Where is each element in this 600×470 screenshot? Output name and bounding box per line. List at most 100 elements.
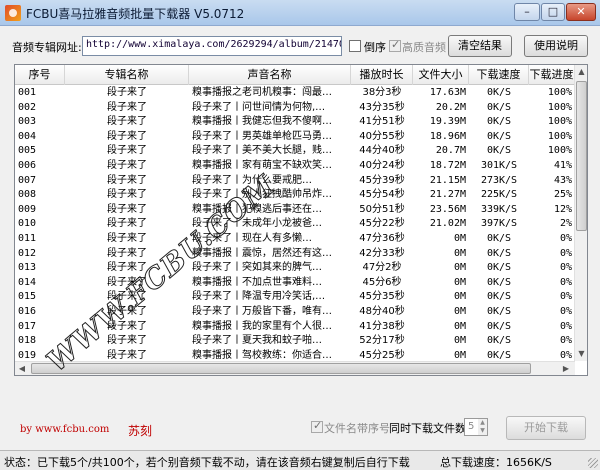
cell-speed: 0K/S [486, 291, 512, 303]
cell-album: 段子来了 [107, 203, 147, 215]
cell-speed: 0K/S [486, 262, 512, 274]
window-title: FCBU喜马拉雅音频批量下载器 V5.0712 [26, 7, 245, 21]
cell-speed: 225K/S [480, 189, 518, 201]
download-list[interactable]: 序号 专辑名称 声音名称 播放时长 文件大小 下载速度 下载进度 001 段子来了… [14, 64, 588, 376]
header-size[interactable]: 文件大小 [413, 65, 469, 85]
cell-speed: 0K/S [486, 335, 512, 347]
cell-duration: 45分39秒 [359, 174, 405, 186]
table-row[interactable]: 003 段子来了 糗事播报丨我健忘但我不傻啊… 41分51秒 19.39M 0K/S 100… [15, 115, 575, 130]
cell-index: 006 [18, 159, 37, 171]
cell-album: 段子来了 [107, 130, 147, 142]
scroll-up-icon[interactable]: ▲ [575, 65, 587, 79]
vertical-scrollbar[interactable]: ▲ ▼ [574, 65, 587, 361]
maximize-button[interactable]: □ [541, 3, 565, 21]
site-credit: by www.fcbu.com [20, 424, 110, 435]
table-row[interactable]: 006 段子来了 糗事播报丨家有萌宝不缺欢笑… 40分24秒 18.72M 301K/S 4… [15, 159, 575, 174]
table-row[interactable]: 004 段子来了 段子来了丨男英雄单枪匹马勇… 40分55秒 18.96M 0K/S 100… [15, 130, 575, 145]
scroll-right-icon[interactable]: ▶ [559, 362, 573, 375]
cell-size: 0M [453, 247, 466, 259]
high-quality-checkbox[interactable] [389, 38, 401, 52]
table-row[interactable]: 001 段子来了 糗事播报之老司机糗事：闯最… 38分3秒 17.63M 0K/S 100% [15, 86, 575, 101]
clear-results-button[interactable]: 清空结果 [448, 35, 512, 57]
cell-progress: 43% [553, 174, 572, 186]
cell-track: 段子来了丨男英雄单枪匹马勇… [192, 130, 332, 142]
cell-index: 002 [18, 101, 37, 113]
stepper-down-icon[interactable]: ▼ [478, 427, 487, 435]
table-row[interactable]: 012 段子来了 糗事播报丨震惊，居然还有这… 42分33秒 0M 0K/S 0% [15, 247, 575, 262]
cell-size: 20.7M [435, 145, 466, 157]
horizontal-scrollbar[interactable]: ◀ ▶ [15, 361, 575, 375]
author-name: 苏刻 [128, 424, 153, 438]
table-row[interactable]: 013 段子来了 段子来了丨突如其来的脾气… 47分2秒 0M 0K/S 0% [15, 261, 575, 276]
cell-size: 0M [453, 291, 466, 303]
cell-index: 012 [18, 247, 37, 259]
help-button[interactable]: 使用说明 [524, 35, 588, 57]
cell-index: 001 [18, 87, 37, 98]
cell-duration: 41分38秒 [359, 320, 405, 332]
cell-speed: 301K/S [480, 159, 518, 171]
header-track[interactable]: 声音名称 [189, 65, 351, 85]
cell-duration: 52分17秒 [359, 335, 405, 347]
table-row[interactable]: 010 段子来了 段子来了丨未成年小龙被爸… 45分22秒 21.02M 397K/S 2% [15, 217, 575, 232]
cell-index: 016 [18, 305, 37, 317]
cell-speed: 0K/S [486, 130, 512, 142]
reverse-order-checkbox[interactable] [349, 40, 361, 52]
scroll-down-icon[interactable]: ▼ [575, 347, 587, 361]
cell-size: 19.39M [429, 116, 466, 128]
close-button[interactable]: ✕ [566, 3, 596, 21]
cell-duration: 45分6秒 [362, 276, 402, 288]
table-row[interactable]: 011 段子来了 段子来了丨现在人有多懒… 47分36秒 0M 0K/S 0% [15, 232, 575, 247]
cell-index: 007 [18, 174, 37, 186]
cell-speed: 0K/S [486, 320, 512, 332]
scroll-left-icon[interactable]: ◀ [15, 362, 29, 375]
cell-index: 015 [18, 291, 37, 303]
table-row[interactable]: 014 段子来了 糗事播报丨不加点世事难料… 45分6秒 0M 0K/S 0% [15, 276, 575, 291]
status-text: 状态：已下载5个/共100个，若个别音频下载不动，请在该音频右键复制后自行下载 [4, 456, 410, 469]
table-row[interactable]: 005 段子来了 段子来了丨美不美大长腿，贱… 44分40秒 20.7M 0K/S 100% [15, 144, 575, 159]
cell-speed: 0K/S [486, 305, 512, 317]
cell-size: 23.56M [429, 203, 466, 215]
cell-track: 段子来了丨降温专用冷笑话,… [192, 291, 326, 303]
total-speed: 总下载速度：1656K/S [440, 456, 552, 469]
start-download-button[interactable]: 开始下载 [506, 416, 586, 440]
minimize-button[interactable]: – [514, 3, 540, 21]
app-logo-icon [5, 5, 21, 21]
cell-index: 005 [18, 145, 37, 157]
table-row[interactable]: 002 段子来了 段子来了丨问世间情为何物,… 43分35秒 20.2M 0K/S 100% [15, 101, 575, 116]
header-duration[interactable]: 播放时长 [351, 65, 413, 85]
cell-track: 糗事播报丨我健忘但我不傻啊… [192, 116, 332, 128]
cell-speed: 0K/S [486, 232, 512, 244]
reverse-order-label: 倒序 [364, 41, 386, 54]
cell-progress: 100% [547, 87, 572, 98]
header-progress[interactable]: 下载进度 [529, 65, 575, 85]
vertical-scroll-thumb[interactable] [576, 81, 587, 231]
cell-progress: 0% [559, 276, 572, 288]
concurrent-stepper[interactable]: 5 ▲ ▼ [464, 418, 488, 436]
table-row[interactable]: 007 段子来了 段子来了丨为什么要戒肥… 45分39秒 21.15M 273K/S 43% [15, 174, 575, 189]
table-row[interactable]: 009 段子来了 糗事播报丨犯糗逃后事还在… 50分51秒 23.56M 339K/S 12… [15, 203, 575, 218]
table-row[interactable]: 008 段子来了 段子来了丨别人狂拽酷帅吊炸… 45分54秒 21.27M 225K/S 2… [15, 188, 575, 203]
horizontal-scroll-thumb[interactable] [31, 363, 531, 374]
header-album[interactable]: 专辑名称 [65, 65, 189, 85]
cell-album: 段子来了 [107, 101, 147, 113]
cell-progress: 0% [559, 305, 572, 317]
filename-sequence-checkbox[interactable] [311, 419, 323, 433]
cell-index: 013 [18, 262, 37, 274]
resize-grip-icon[interactable] [588, 458, 598, 468]
cell-index: 008 [18, 189, 37, 201]
cell-progress: 100% [547, 130, 572, 142]
cell-progress: 100% [547, 145, 572, 157]
cell-album: 段子来了 [107, 174, 147, 186]
cell-index: 017 [18, 320, 37, 332]
cell-speed: 339K/S [480, 203, 518, 215]
cell-size: 21.02M [429, 218, 466, 230]
album-url-input[interactable]: http://www.ximalaya.com/2629294/album/21… [82, 36, 342, 56]
cell-track: 段子来了丨美不美大长腿，贱… [192, 145, 332, 157]
cell-speed: 0K/S [486, 101, 512, 113]
cell-album: 段子来了 [107, 189, 147, 201]
header-index[interactable]: 序号 [15, 65, 65, 85]
cell-index: 010 [18, 218, 37, 230]
stepper-up-icon[interactable]: ▲ [478, 419, 487, 427]
header-speed[interactable]: 下载速度 [469, 65, 529, 85]
title-bar: FCBU喜马拉雅音频批量下载器 V5.0712 – □ ✕ [0, 0, 600, 26]
